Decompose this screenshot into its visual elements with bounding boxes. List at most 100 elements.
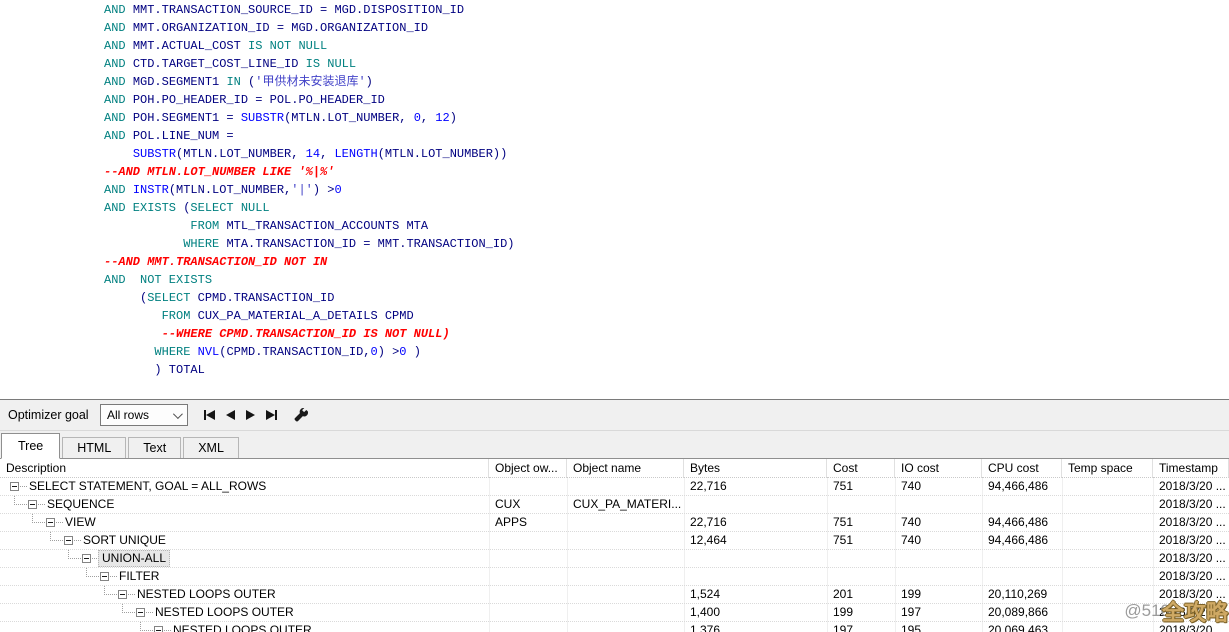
plan-cell-bytes: 22,716 xyxy=(684,514,827,532)
plan-tree-row[interactable]: SORT UNIQUE12,46475174094,466,4862018/3/… xyxy=(0,532,1229,550)
code-line: WHERE NVL(CPMD.TRANSACTION_ID,0) >0 ) xyxy=(104,343,1229,361)
plan-cell-cpu xyxy=(982,550,1062,568)
column-header-temp[interactable]: Temp space xyxy=(1062,459,1153,478)
last-record-button[interactable] xyxy=(266,410,277,420)
code-line: FROM CUX_PA_MATERIAL_A_DETAILS CPMD xyxy=(104,307,1229,325)
plan-cell-cost: 751 xyxy=(827,514,895,532)
plan-cell-io: 740 xyxy=(895,514,982,532)
plan-cell-bytes xyxy=(684,496,827,514)
code-line: (SELECT CPMD.TRANSACTION_ID xyxy=(104,289,1229,307)
preferences-button[interactable] xyxy=(293,408,308,423)
plan-cell-temp xyxy=(1062,532,1153,550)
tab-xml[interactable]: XML xyxy=(183,437,239,458)
column-header-io[interactable]: IO cost xyxy=(895,459,982,478)
plan-tree-row[interactable]: NESTED LOOPS OUTER1,37619719520,069,4632… xyxy=(0,622,1229,632)
plan-cell-ts: 2018/3/20 ... xyxy=(1153,568,1229,586)
first-record-button[interactable] xyxy=(204,410,215,420)
plan-cell-bytes xyxy=(684,550,827,568)
plan-cell-owner xyxy=(489,550,567,568)
code-line: AND CTD.TARGET_COST_LINE_ID IS NULL xyxy=(104,55,1229,73)
plan-cell-temp xyxy=(1062,586,1153,604)
collapse-node-icon[interactable] xyxy=(10,482,19,491)
plan-tree-row[interactable]: NESTED LOOPS OUTER1,52420119920,110,2692… xyxy=(0,586,1229,604)
plan-grid-body: SELECT STATEMENT, GOAL = ALL_ROWS22,7167… xyxy=(0,478,1229,632)
code-line: AND MMT.TRANSACTION_SOURCE_ID = MGD.DISP… xyxy=(104,1,1229,19)
plan-node-description: NESTED LOOPS OUTER xyxy=(0,604,489,622)
plan-cell-owner xyxy=(489,568,567,586)
collapse-node-icon[interactable] xyxy=(64,536,73,545)
plan-cell-owner: CUX xyxy=(489,496,567,514)
collapse-node-icon[interactable] xyxy=(46,518,55,527)
code-line: AND POL.LINE_NUM = xyxy=(104,127,1229,145)
plan-cell-name xyxy=(567,604,684,622)
column-header-cost[interactable]: Cost xyxy=(827,459,895,478)
collapse-node-icon[interactable] xyxy=(154,626,163,632)
plan-cell-temp xyxy=(1062,622,1153,632)
plan-cell-cpu: 94,466,486 xyxy=(982,514,1062,532)
plan-cell-temp xyxy=(1062,550,1153,568)
tree-connector xyxy=(32,514,45,523)
plan-cell-ts: 2018/3/20 ... xyxy=(1153,514,1229,532)
plan-cell-cost: 197 xyxy=(827,622,895,632)
plan-cell-owner: APPS xyxy=(489,514,567,532)
code-line: --AND MMT.TRANSACTION_ID NOT IN xyxy=(104,253,1229,271)
plan-cell-io xyxy=(895,568,982,586)
code-line: --AND MTLN.LOT_NUMBER LIKE '%|%' xyxy=(104,163,1229,181)
optimizer-goal-value: All rows xyxy=(107,408,149,422)
code-line: AND NOT EXISTS xyxy=(104,271,1229,289)
plan-cell-name xyxy=(567,568,684,586)
collapse-node-icon[interactable] xyxy=(136,608,145,617)
plan-cell-cpu: 20,110,269 xyxy=(982,586,1062,604)
plan-node-description: NESTED LOOPS OUTER xyxy=(0,622,489,632)
plan-cell-cost: 201 xyxy=(827,586,895,604)
column-header-bytes[interactable]: Bytes xyxy=(684,459,827,478)
tree-connector xyxy=(86,568,99,577)
plan-cell-cpu xyxy=(982,496,1062,514)
column-header-name[interactable]: Object name xyxy=(567,459,684,478)
collapse-node-icon[interactable] xyxy=(82,554,91,563)
optimizer-goal-select[interactable]: All rows xyxy=(100,404,188,426)
previous-record-button[interactable] xyxy=(226,410,235,420)
plan-cell-cost xyxy=(827,568,895,586)
plan-node-description: SELECT STATEMENT, GOAL = ALL_ROWS xyxy=(0,478,489,496)
collapse-node-icon[interactable] xyxy=(100,572,109,581)
plan-tree-row[interactable]: SEQUENCECUXCUX_PA_MATERI...2018/3/20 ... xyxy=(0,496,1229,514)
plan-cell-cost: 751 xyxy=(827,478,895,496)
plan-cell-ts: 2018/3/20 ... xyxy=(1153,478,1229,496)
code-line: WHERE MTA.TRANSACTION_ID = MMT.TRANSACTI… xyxy=(104,235,1229,253)
tab-text[interactable]: Text xyxy=(128,437,181,458)
plan-cell-owner xyxy=(489,532,567,550)
plan-tree-row[interactable]: VIEWAPPS22,71675174094,466,4862018/3/20 … xyxy=(0,514,1229,532)
plan-node-label: SELECT STATEMENT, GOAL = ALL_ROWS xyxy=(26,478,269,495)
tab-html[interactable]: HTML xyxy=(62,437,126,458)
plsql-developer-window: AND MMT.TRANSACTION_SOURCE_ID = MGD.DISP… xyxy=(0,0,1229,632)
plan-cell-cost: 199 xyxy=(827,604,895,622)
plan-tree-row[interactable]: SELECT STATEMENT, GOAL = ALL_ROWS22,7167… xyxy=(0,478,1229,496)
plan-cell-name xyxy=(567,622,684,632)
next-record-button[interactable] xyxy=(246,410,255,420)
plan-cell-name xyxy=(567,586,684,604)
tree-connector xyxy=(14,496,27,505)
plan-node-label: FILTER xyxy=(116,568,162,585)
sql-editor[interactable]: AND MMT.TRANSACTION_SOURCE_ID = MGD.DISP… xyxy=(0,0,1229,400)
code-line: ) TOTAL xyxy=(104,361,1229,379)
plan-tree-row[interactable]: FILTER 2018/3/20 ... xyxy=(0,568,1229,586)
column-header-desc[interactable]: Description xyxy=(0,459,489,478)
collapse-node-icon[interactable] xyxy=(118,590,127,599)
tree-connector xyxy=(50,532,63,541)
plan-tree-row[interactable]: UNION-ALL2018/3/20 ... xyxy=(0,550,1229,568)
plan-tree-row[interactable]: NESTED LOOPS OUTER1,40019919720,089,8662… xyxy=(0,604,1229,622)
plan-cell-io xyxy=(895,550,982,568)
column-header-owner[interactable]: Object ow... xyxy=(489,459,567,478)
next-record-icon xyxy=(246,410,255,420)
tab-tree[interactable]: Tree xyxy=(1,433,60,459)
plan-node-description: NESTED LOOPS OUTER xyxy=(0,586,489,604)
code-line: AND MMT.ORGANIZATION_ID = MGD.ORGANIZATI… xyxy=(104,19,1229,37)
column-header-ts[interactable]: Timestamp xyxy=(1153,459,1229,478)
plan-grid-header: DescriptionObject ow...Object nameBytesC… xyxy=(0,459,1229,478)
plan-cell-ts: 2018/3/20 ... xyxy=(1153,496,1229,514)
column-header-cpu[interactable]: CPU cost xyxy=(982,459,1062,478)
plan-node-description: SORT UNIQUE xyxy=(0,532,489,550)
collapse-node-icon[interactable] xyxy=(28,500,37,509)
plan-cell-cpu: 94,466,486 xyxy=(982,532,1062,550)
